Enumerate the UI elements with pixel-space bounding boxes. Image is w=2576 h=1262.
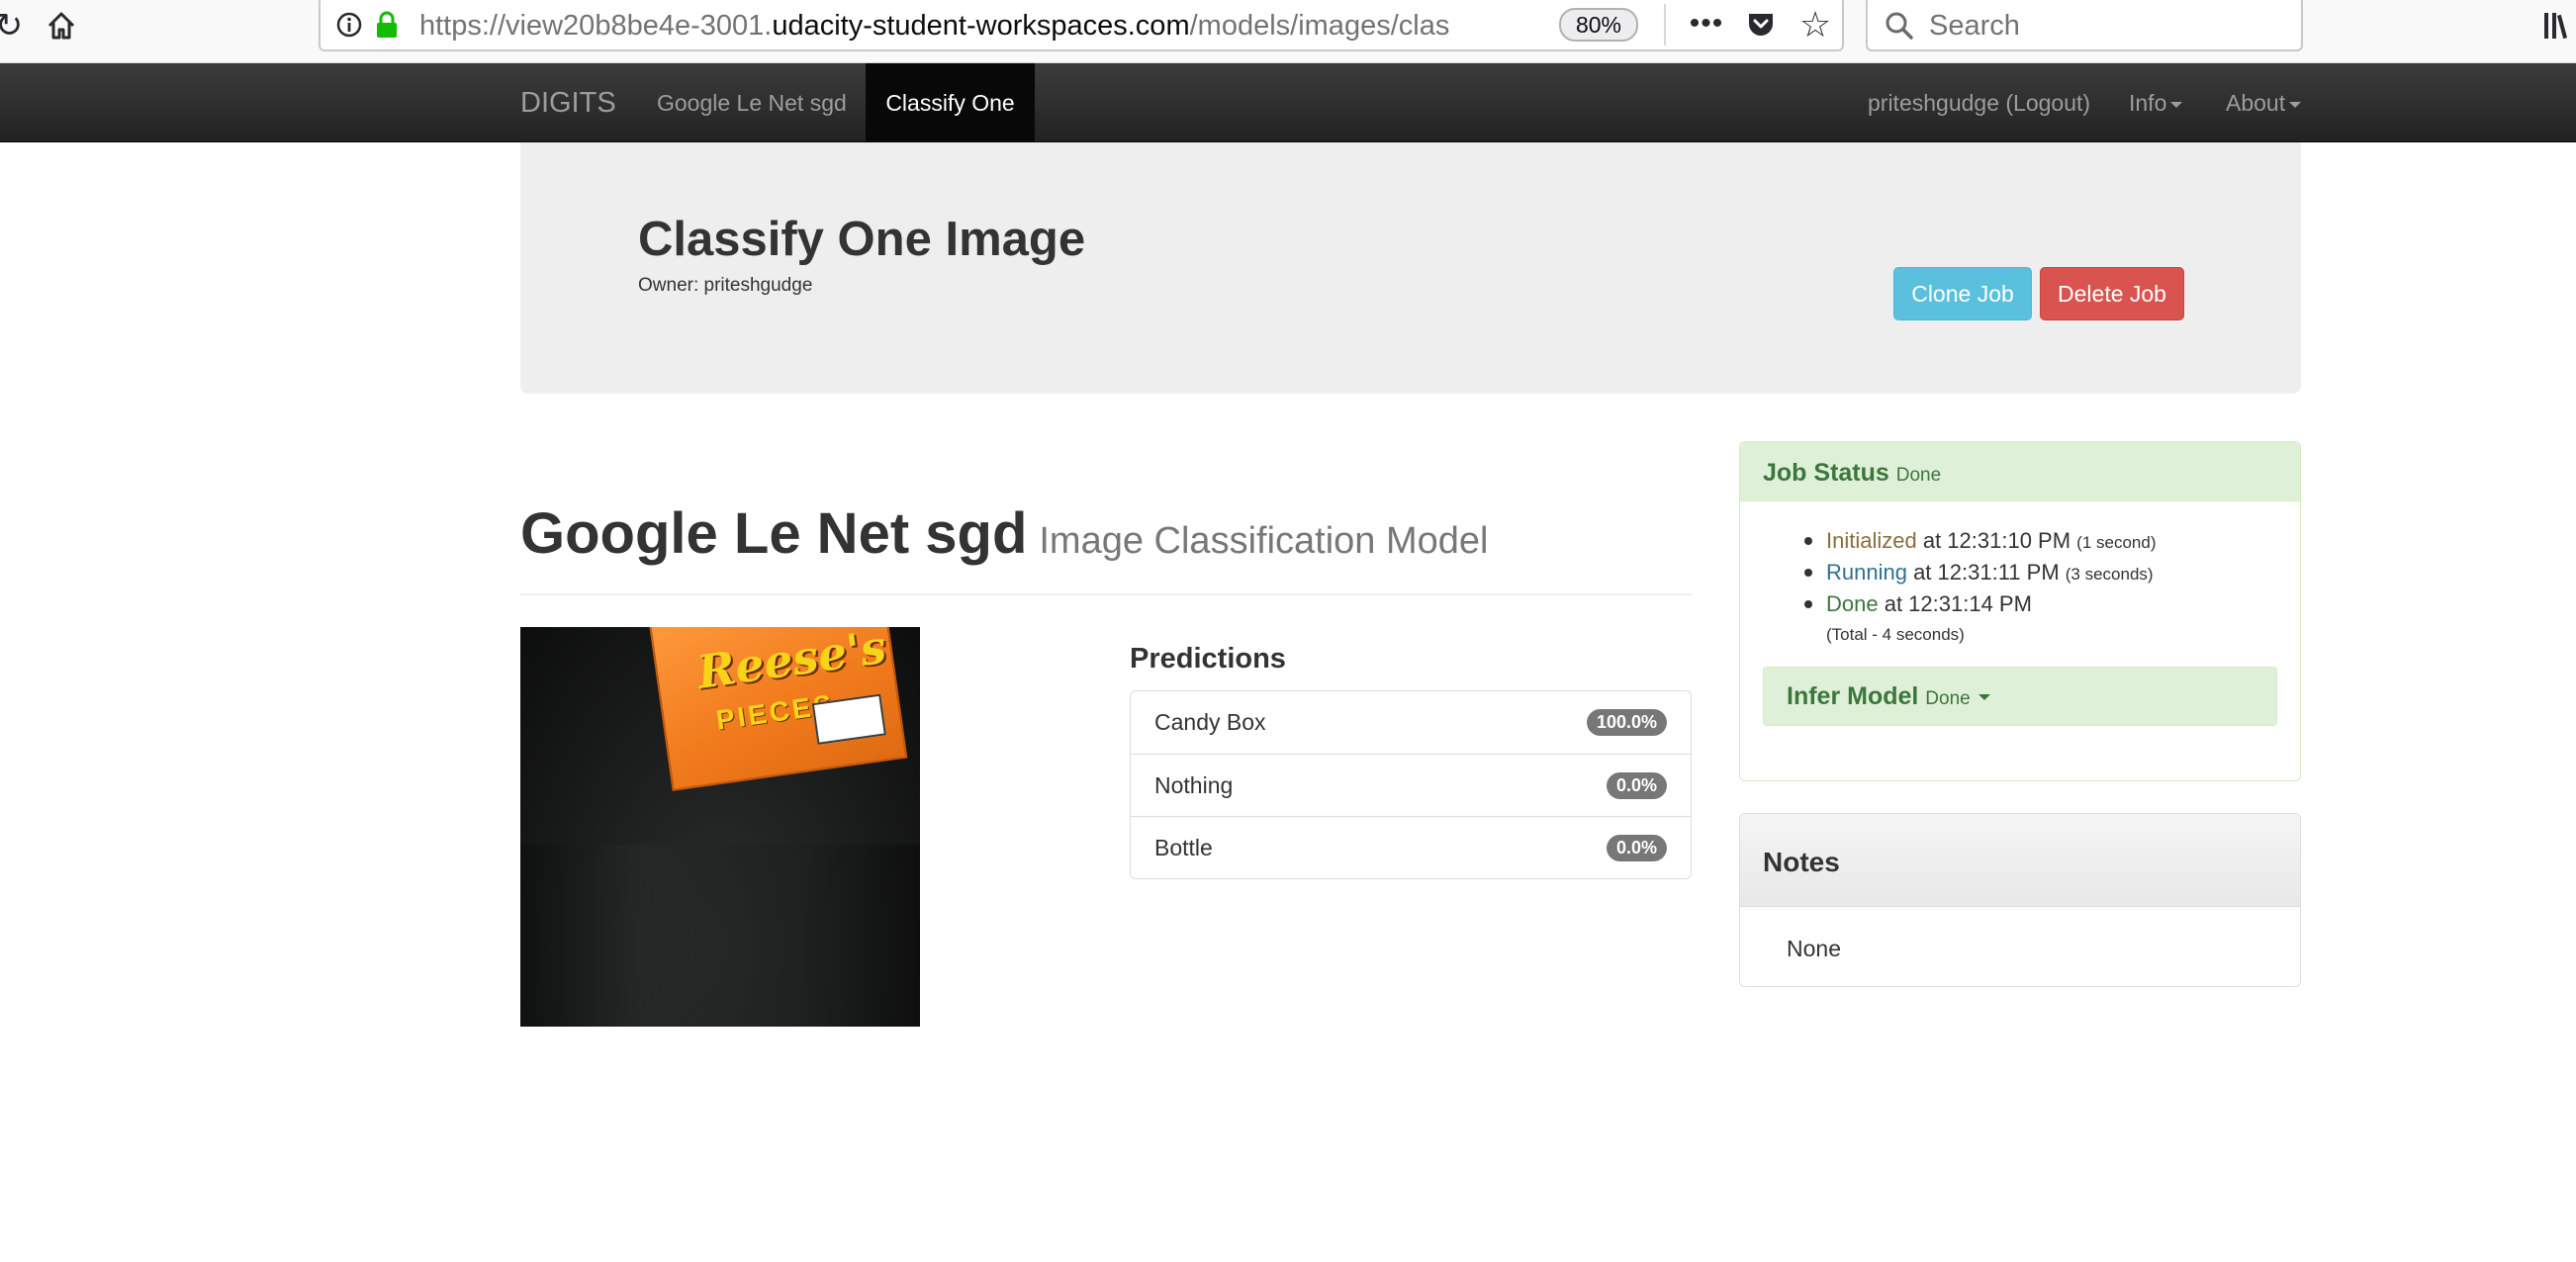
status-entry: Done at 12:31:14 PM [1804,591,2032,617]
model-type: Image Classification Model [1039,520,1489,562]
job-status-label: Job Status [1763,459,1889,487]
nav-model-link[interactable]: Google Le Net sgd [633,63,871,142]
zoom-level[interactable]: 80% [1559,8,1638,42]
owner-text: Owner: priteshgudge [638,275,813,296]
about-menu-label: About [2226,90,2286,116]
model-name[interactable]: Google Le Net sgd [520,501,1027,566]
notes-body: None [1787,936,1841,961]
heading-divider [520,593,1692,595]
url-text[interactable]: https://view20b8be4e-3001.udacity-studen… [419,8,1488,44]
browser-toolbar: ↻ https://view20b8be4e-3001.udacity-stud… [0,0,2576,63]
model-heading: Google Le Net sgd Image Classification Mo… [520,500,1488,567]
prediction-badge: 0.0% [1606,835,1667,861]
bullet-icon [1804,600,1812,608]
classified-image: Reese's PIECES [520,627,920,1027]
notes-title: Notes [1763,847,1840,877]
clone-job-button[interactable]: Clone Job [1893,267,2032,320]
status-entry: Running at 12:31:11 PM (3 seconds) [1804,560,2154,586]
candy-box-brand: Reese's [693,627,890,699]
infer-model-state: Done [1925,688,1971,709]
status-duration: (1 second) [2076,533,2157,552]
status-name: Done [1826,591,1879,616]
prediction-row: Candy Box 100.0% [1131,691,1691,754]
nav-classify-one[interactable]: Classify One [866,63,1035,142]
status-name: Running [1826,560,1907,585]
bullet-icon [1804,569,1812,577]
caret-down-icon [2289,101,2302,108]
candy-box-in-image: Reese's PIECES [647,627,908,791]
bookmark-star-icon[interactable]: ☆ [1794,4,1836,45]
predictions-heading: Predictions [1130,643,1286,675]
app-navbar: DIGITS Google Le Net sgd Classify One pr… [0,63,2576,142]
prediction-row: Bottle 0.0% [1131,816,1691,878]
prediction-badge: 100.0% [1586,709,1667,736]
job-status-title: Job Status Done [1763,459,1941,488]
pocket-icon[interactable] [1741,6,1781,44]
candy-box-label [811,693,886,745]
library-icon[interactable] [2542,8,2576,44]
lock-icon [372,8,402,42]
home-icon[interactable] [40,6,83,45]
prediction-label: Candy Box [1154,709,1266,735]
job-header [520,142,2301,394]
caret-down-icon [2170,101,2183,108]
status-name: Initialized [1826,528,1917,553]
job-status-state: Done [1895,465,1942,486]
more-icon[interactable]: ••• [1682,6,1731,42]
image-background [520,845,920,1027]
delete-job-button[interactable]: Delete Job [2040,267,2184,320]
logout-link[interactable]: priteshgudge (Logout) [1868,63,2090,142]
reload-icon[interactable]: ↻ [0,6,24,45]
infer-model-label: Infer Model [1787,682,1919,710]
status-total: (Total - 4 seconds) [1826,625,1965,644]
prediction-label: Bottle [1154,835,1213,860]
prediction-label: Nothing [1154,772,1234,798]
status-duration: (3 seconds) [2065,565,2154,584]
brand-link[interactable]: DIGITS [520,63,616,142]
page-title: Classify One Image [638,213,1086,266]
status-entry: Initialized at 12:31:10 PM (1 second) [1804,528,2157,554]
toolbar-divider [1664,4,1666,45]
status-time: at 12:31:14 PM [1878,591,2032,616]
prediction-badge: 0.0% [1606,772,1667,799]
predictions-list: Candy Box 100.0% Nothing 0.0% Bottle 0.0… [1130,690,1692,879]
prediction-row: Nothing 0.0% [1131,754,1691,816]
status-time: at 12:31:11 PM [1906,560,2066,585]
about-menu[interactable]: About [2226,63,2302,142]
search-icon [1880,6,1919,45]
info-menu[interactable]: Info [2129,63,2183,142]
infer-model-title[interactable]: Infer Model Done [1787,682,1990,711]
search-placeholder[interactable]: Search [1929,8,2020,44]
info-icon[interactable] [332,8,366,42]
status-time: at 12:31:10 PM [1916,528,2077,553]
caret-down-icon [1978,694,1990,701]
info-menu-label: Info [2129,90,2167,116]
bullet-icon [1804,537,1812,545]
